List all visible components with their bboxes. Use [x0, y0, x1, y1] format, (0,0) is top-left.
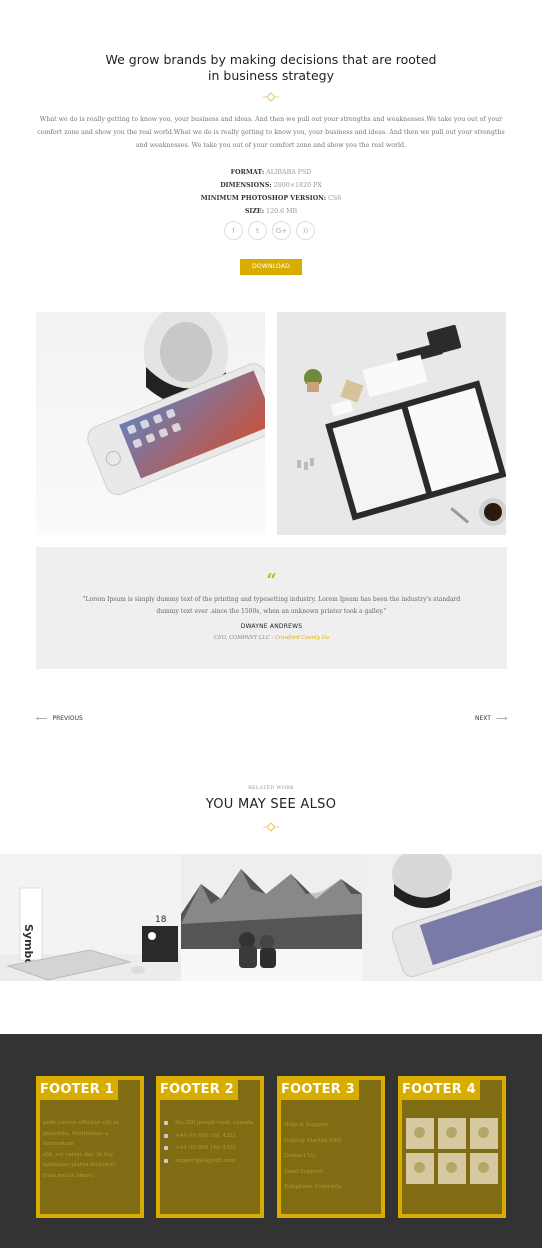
arrow-right-icon: ⟶	[495, 714, 508, 723]
footer-address: No.200 joseph road, canada	[163, 1118, 257, 1131]
footer-link[interactable]: Getting Started FAQ	[284, 1134, 378, 1150]
rss-icon[interactable]: ))	[296, 221, 315, 240]
intro-text: What we do is really getting to know you…	[37, 116, 505, 149]
footer-4-title: FOOTER 4	[398, 1076, 480, 1100]
footer-2-contact: No.200 joseph road, canada +44 (0) 800 1…	[163, 1118, 257, 1168]
spec-version-value: CS6	[328, 195, 342, 202]
spec-format-value: ALIBABA PSD	[266, 169, 312, 176]
footer-3-links: Help & Support Getting Started FAQ Conta…	[284, 1118, 378, 1196]
facebook-icon[interactable]: f	[224, 221, 243, 240]
gallery-thumbnail[interactable]	[438, 1118, 466, 1149]
testimonial-role: CEO, COMPANY LLC - Crawford County Ga	[214, 635, 329, 641]
testimonial-text: "Lorem Ipsum is simply dummy text of the…	[82, 596, 461, 615]
footer-link[interactable]: Telephone Contracts	[284, 1180, 378, 1196]
next-label: NEXT	[475, 715, 491, 722]
stationery-photo	[277, 312, 506, 535]
spec-size-label: SIZE:	[244, 208, 265, 215]
footer-phone: +44 (0) 800 161 4321	[163, 1131, 257, 1144]
project-specs: FORMAT: ALIBABA PSD DIMENSIONS: 2800×182…	[0, 166, 542, 218]
footer-1-title: FOOTER 1	[36, 1076, 118, 1100]
related-work-mountain[interactable]	[181, 854, 362, 981]
related-work-phone[interactable]	[362, 854, 542, 981]
footer-column-2: FOOTER 2 No.200 joseph road, canada +44 …	[156, 1076, 264, 1218]
spec-size-value: 120.6 MB	[266, 208, 298, 215]
footer-phone-2: +44 (0) 800 161 4321	[163, 1143, 257, 1156]
footer-1-text: pede cursus efficitur elit at gilustrita…	[43, 1120, 119, 1179]
previous-link[interactable]: ⟵ PREVIOUS	[36, 714, 83, 723]
google-plus-icon[interactable]: G+	[272, 221, 291, 240]
gallery-thumbnail[interactable]	[438, 1153, 466, 1184]
footer-link[interactable]: Help & Support	[284, 1118, 378, 1134]
footer-link[interactable]: Contact Us	[284, 1149, 378, 1165]
related-subtitle: RELATED WORK	[248, 785, 294, 791]
footer-gallery	[406, 1118, 498, 1184]
testimonial-box: “ "Lorem Ipsum is simply dummy text of t…	[36, 547, 507, 669]
related-work-laptop[interactable]: Symbol 18	[0, 854, 181, 981]
spec-dimensions-value: 2800×1820 PX	[273, 182, 322, 189]
diamond-divider-icon	[263, 92, 279, 102]
previous-label: PREVIOUS	[52, 715, 83, 722]
page-title-line-1: We grow brands by making decisions that …	[105, 52, 437, 67]
footer-column-4: FOOTER 4	[398, 1076, 506, 1218]
footer-column-3: FOOTER 3 Help & Support Getting Started …	[277, 1076, 385, 1218]
twitter-icon[interactable]: t	[248, 221, 267, 240]
spec-format-label: FORMAT:	[230, 169, 265, 176]
next-link[interactable]: NEXT ⟶	[475, 714, 507, 723]
gallery-thumbnail[interactable]	[470, 1118, 498, 1149]
spec-dimensions-label: DIMENSIONS:	[220, 182, 272, 189]
testimonial-company: Crawford County Ga	[274, 635, 329, 641]
footer: FOOTER 1 pede cursus efficitur elit at g…	[0, 1034, 542, 1248]
phone-photo	[36, 312, 265, 535]
quote-icon: “	[266, 570, 277, 591]
footer-column-1: FOOTER 1 pede cursus efficitur elit at g…	[36, 1076, 144, 1218]
svg-text:18: 18	[155, 915, 167, 925]
footer-2-title: FOOTER 2	[156, 1076, 238, 1100]
download-button[interactable]: DOWNLOAD	[240, 259, 302, 275]
page-title-line-2: in business strategy	[208, 68, 334, 83]
spec-version-label: MINIMUM PHOTOSHOP VERSION:	[200, 195, 327, 202]
footer-email[interactable]: support@logistft.com	[163, 1156, 257, 1169]
diamond-divider-icon	[263, 822, 279, 832]
page-title: We grow brands by making decisions that …	[0, 52, 542, 84]
social-links: f t G+ ))	[224, 221, 320, 241]
testimonial-author: DWAYNE ANDREWS	[240, 623, 303, 630]
related-title: YOU MAY SEE ALSO	[205, 797, 337, 812]
arrow-left-icon: ⟵	[36, 714, 48, 723]
footer-3-title: FOOTER 3	[277, 1076, 359, 1100]
gallery-thumbnail[interactable]	[406, 1118, 434, 1149]
gallery-thumbnail[interactable]	[470, 1153, 498, 1184]
footer-link[interactable]: Send Support	[284, 1165, 378, 1181]
gallery-thumbnail[interactable]	[406, 1153, 434, 1184]
